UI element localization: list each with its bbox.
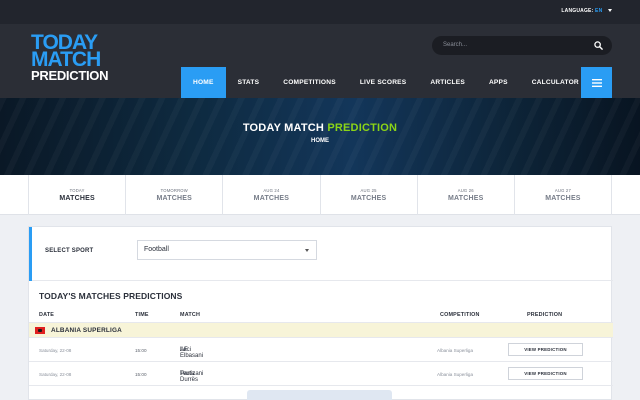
main-nav: HOME STATS COMPETITIONS LIVE SCORES ARTI… bbox=[181, 67, 591, 98]
page-title-main: TODAY MATCH bbox=[242, 122, 325, 134]
match-time: 15:00 bbox=[135, 348, 147, 353]
match-date: Saturday, 22-08 bbox=[39, 348, 72, 353]
match-time: 15:00 bbox=[135, 372, 147, 377]
logo-line-2: MATCH bbox=[31, 48, 101, 71]
page-title: TODAY MATCH PREDICTION bbox=[0, 122, 640, 134]
chevron-down-icon bbox=[305, 249, 309, 252]
league-name: ALBANIA SUPERLIGA bbox=[51, 327, 122, 334]
section-title: TODAY'S MATCHES PREDICTIONS bbox=[39, 291, 183, 301]
date-tabs-bar: TODAY MATCHES TOMORROW MATCHES AUG 24 MA… bbox=[0, 175, 640, 215]
nav-item-live-scores[interactable]: LIVE SCORES bbox=[348, 67, 419, 98]
date-tab-day: TODAY bbox=[69, 188, 85, 193]
date-tab-day: AUG 26 bbox=[457, 188, 474, 193]
date-tab-label: MATCHES bbox=[448, 195, 484, 202]
away-team: AF Elbasani bbox=[180, 347, 204, 359]
sport-select-value: Football bbox=[144, 246, 169, 253]
date-tab-aug-26[interactable]: AUG 26 MATCHES bbox=[418, 175, 515, 215]
select-sport-label: SELECT SPORT bbox=[45, 248, 94, 254]
header-prediction: PREDICTION bbox=[527, 312, 563, 318]
breadcrumb[interactable]: HOME bbox=[0, 138, 640, 144]
search-icon[interactable] bbox=[594, 41, 603, 50]
table-row[interactable]: Saturday, 22-08 15:00 Laci vs AF Elbasani … bbox=[29, 339, 613, 362]
date-tab-today[interactable]: TODAY MATCHES bbox=[28, 175, 127, 215]
menu-button[interactable] bbox=[581, 67, 612, 98]
nav-item-articles[interactable]: ARTICLES bbox=[418, 67, 477, 98]
date-tab-label: MATCHES bbox=[350, 195, 387, 202]
date-tabs: TODAY MATCHES TOMORROW MATCHES AUG 24 MA… bbox=[28, 175, 613, 215]
language-label: LANGUAGE: bbox=[561, 8, 594, 14]
page-title-highlight: PREDICTION bbox=[327, 122, 398, 134]
search-input[interactable]: Search... bbox=[432, 36, 612, 55]
date-tab-label: MATCHES bbox=[253, 195, 290, 202]
sport-select[interactable]: Football bbox=[137, 240, 317, 260]
nav-item-apps[interactable]: APPS bbox=[477, 67, 520, 98]
date-tab-day: TOMORROW bbox=[160, 188, 188, 193]
date-tab-aug-27[interactable]: AUG 27 MATCHES bbox=[515, 175, 613, 215]
league-row[interactable]: ALBANIA SUPERLIGA bbox=[29, 322, 613, 338]
date-tab-label: MATCHES bbox=[545, 195, 581, 202]
nav-item-competitions[interactable]: COMPETITIONS bbox=[271, 67, 348, 98]
search-placeholder: Search... bbox=[443, 42, 468, 48]
match-date: Saturday, 22-08 bbox=[39, 372, 72, 377]
albania-flag-icon bbox=[35, 327, 45, 334]
top-bar: LANGUAGE: EN bbox=[0, 0, 640, 24]
predictions-panel: SELECT SPORT Football TODAY'S MATCHES PR… bbox=[28, 226, 613, 400]
page-banner: TODAY MATCH PREDICTION HOME bbox=[0, 98, 640, 175]
accent-bar bbox=[29, 227, 32, 281]
language-selector[interactable]: LANGUAGE: EN bbox=[561, 8, 612, 14]
match-competition: Albania Superliga bbox=[437, 372, 474, 377]
table-header: DATE TIME MATCH COMPETITION PREDICTION bbox=[29, 310, 613, 322]
date-tab-aug-24[interactable]: AUG 24 MATCHES bbox=[223, 175, 321, 215]
language-code: EN bbox=[595, 8, 603, 14]
logo-line-3: PREDICTION bbox=[31, 68, 109, 83]
date-tab-aug-25[interactable]: AUG 25 MATCHES bbox=[321, 175, 418, 215]
site-header: TODAY MATCH PREDICTION Search... HOME ST… bbox=[0, 24, 640, 98]
date-tab-label: MATCHES bbox=[59, 195, 95, 202]
date-tab-day: AUG 25 bbox=[360, 188, 377, 193]
site-logo[interactable]: TODAY MATCH PREDICTION bbox=[31, 32, 111, 83]
table-row[interactable]: Saturday, 22-08 15:00 Partizani vs Teuta D… bbox=[29, 363, 613, 386]
chevron-down-icon bbox=[608, 9, 612, 13]
match-competition: Albania Superliga bbox=[437, 348, 474, 353]
date-tab-day: AUG 24 bbox=[263, 188, 280, 193]
away-team: Teuta Durrës bbox=[180, 371, 199, 383]
view-prediction-button[interactable]: VIEW PREDICTION bbox=[508, 343, 583, 356]
nav-item-stats[interactable]: STATS bbox=[226, 67, 272, 98]
header-competition: COMPETITION bbox=[440, 312, 480, 318]
header-date: DATE bbox=[39, 312, 55, 318]
date-tab-day: AUG 27 bbox=[554, 188, 571, 193]
view-prediction-button[interactable]: VIEW PREDICTION bbox=[508, 367, 583, 380]
header-time: TIME bbox=[135, 312, 149, 318]
hamburger-icon bbox=[591, 78, 602, 87]
sport-filter-row: SELECT SPORT Football bbox=[29, 227, 613, 281]
partial-card bbox=[247, 390, 392, 400]
date-tab-tomorrow[interactable]: TOMORROW MATCHES bbox=[126, 175, 224, 215]
nav-item-home[interactable]: HOME bbox=[181, 67, 226, 98]
date-tab-label: MATCHES bbox=[156, 195, 192, 202]
header-match: MATCH bbox=[180, 312, 201, 318]
